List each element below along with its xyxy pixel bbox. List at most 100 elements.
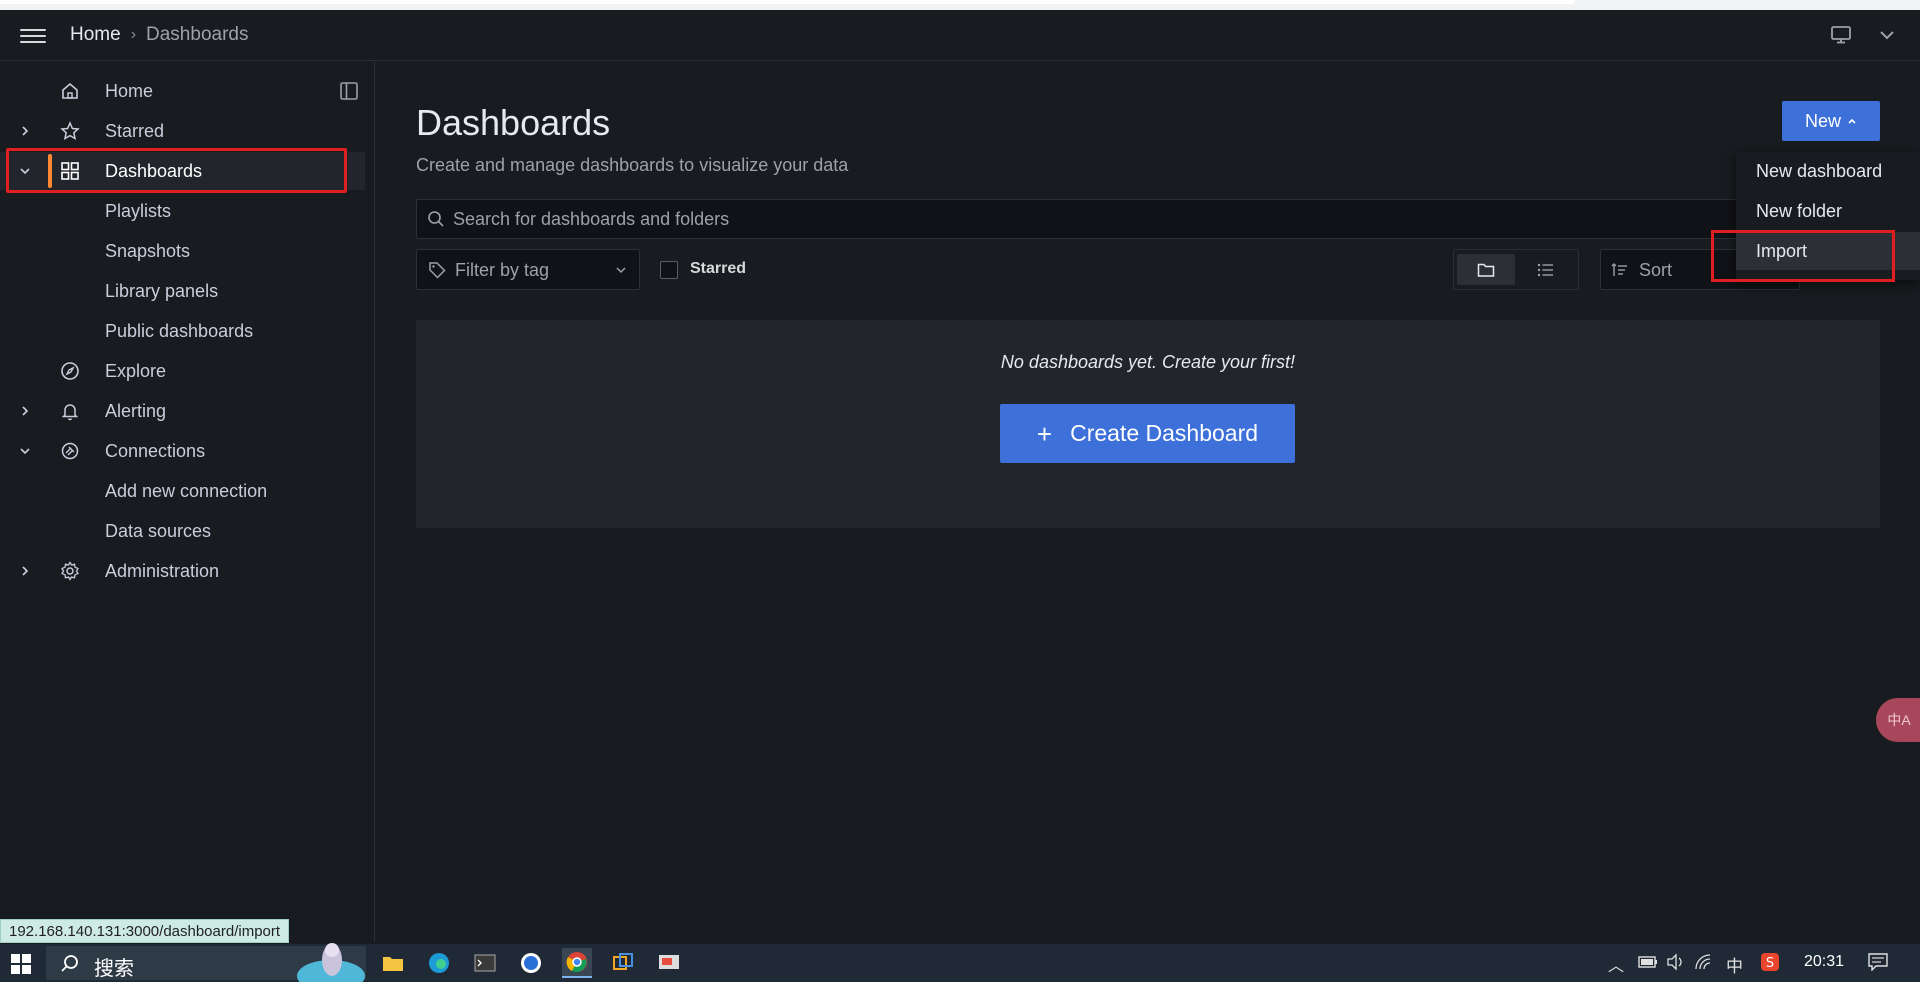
sidebar-item-alerting[interactable]: Alerting [0,392,365,430]
sidebar-item-label: Library panels [105,280,219,301]
plug-icon [61,442,79,460]
breadcrumb: Home › Dashboards [70,24,248,46]
sidebar-item-label: Explore [105,360,167,381]
tray-chevron-up-icon[interactable]: ︿ [1608,952,1624,976]
battery-icon[interactable] [1638,954,1658,970]
tag-icon [429,262,446,279]
breadcrumb-home[interactable]: Home [70,24,121,46]
file-explorer-icon[interactable] [378,948,408,978]
sidebar-item-explore[interactable]: Explore [0,352,365,390]
sidebar-item-administration[interactable]: Administration [0,552,365,590]
sidebar-item-data-sources[interactable]: Data sources [0,512,365,550]
create-dashboard-button[interactable]: + Create Dashboard [1000,404,1295,463]
sort-label: Sort [1639,260,1673,280]
windows-start-icon[interactable] [10,953,32,975]
empty-message: No dashboards yet. Create your first! [1000,352,1296,372]
menu-icon[interactable] [20,26,46,46]
compass-icon [61,362,79,380]
starred-label[interactable]: Starred [690,260,746,278]
tag-filter-select[interactable]: Filter by tag [416,249,640,290]
ime-indicator[interactable]: 中 [1726,952,1743,977]
sidebar-item-add-new-connection[interactable]: Add new connection [0,472,365,510]
chevron-down-icon[interactable] [18,444,32,458]
taskbar-search[interactable]: 搜索 [46,943,366,982]
page-title: Dashboards [416,102,611,143]
translate-icon[interactable]: 中A [1876,698,1920,742]
starred-checkbox[interactable] [660,261,678,279]
sidebar-item-label: Alerting [105,400,167,421]
app-bird-icon[interactable] [516,948,546,978]
chevron-down-icon[interactable] [18,164,32,178]
folder-icon [1477,263,1495,277]
plus-icon: + [1036,418,1053,449]
sidebar-item-label: Starred [105,120,165,141]
chevron-right-icon[interactable] [18,124,32,138]
terminal-icon[interactable] [470,948,500,978]
wifi-icon[interactable] [1694,953,1714,971]
sidebar-item-label: Playlists [105,200,172,221]
top-bar: Home › Dashboards [0,10,1920,61]
chevron-up-icon [1848,118,1856,124]
gear-icon [61,561,79,581]
folder-view-button[interactable] [1457,254,1515,285]
screenshot-tool-icon[interactable] [654,948,684,978]
main-content: Dashboards Create and manage dashboards … [376,62,1920,942]
search-icon [61,955,78,972]
sidebar: Home Starred Dashboards Playlists Snapsh… [0,62,375,942]
status-bar-url: 192.168.140.131:3000/dashboard/import [0,919,290,943]
sidebar-item-public-dashboards[interactable]: Public dashboards [0,312,365,350]
sidebar-item-starred[interactable]: Starred [0,112,365,150]
chrome-browser-icon[interactable] [562,948,592,978]
sidebar-item-label: Add new connection [105,480,268,501]
active-indicator [48,154,52,188]
sidebar-item-label: Public dashboards [105,320,254,341]
vmware-icon[interactable] [608,948,638,978]
home-icon [62,82,78,99]
browser-chrome-strip [0,0,1920,10]
breadcrumb-separator: › [130,26,137,43]
chevron-down-icon [616,267,626,274]
star-icon [60,121,80,140]
sidebar-item-snapshots[interactable]: Snapshots [0,232,365,270]
sidebar-item-connections[interactable]: Connections [0,432,365,470]
sidebar-item-playlists[interactable]: Playlists [0,192,365,230]
page-subtitle: Create and manage dashboards to visualiz… [416,155,849,175]
svg-text:S: S [1766,956,1774,971]
menu-item-new-folder[interactable]: New folder [1736,192,1920,230]
browser-address-area [0,0,1575,4]
chevron-down-icon[interactable] [1878,28,1896,42]
sidebar-item-dashboards[interactable]: Dashboards [0,152,365,190]
list-view-button[interactable] [1517,254,1575,285]
list-icon [1537,263,1553,276]
search-input[interactable] [453,200,1753,238]
sidebar-item-label: Administration [105,560,220,581]
new-button[interactable]: New [1782,101,1880,141]
chevron-right-icon[interactable] [18,564,32,578]
taskbar-clock: 20:31 [1804,953,1845,970]
apps-grid-icon [61,162,79,180]
bell-icon [61,404,79,421]
sogou-ime-icon[interactable]: S [1760,952,1780,972]
sidebar-item-label: Home [105,80,154,101]
empty-state: No dashboards yet. Create your first! + … [416,320,1880,528]
menu-item-import[interactable]: Import [1736,232,1920,270]
tag-filter-placeholder: Filter by tag [455,260,550,280]
edge-browser-icon[interactable] [424,948,454,978]
menu-item-new-dashboard[interactable]: New dashboard [1736,152,1920,190]
kiosk-mode-icon[interactable] [1830,26,1852,44]
volume-icon[interactable] [1666,953,1686,971]
sidebar-item-label: Data sources [105,520,212,541]
notification-icon[interactable] [1868,953,1888,971]
create-dashboard-label: Create Dashboard [1070,420,1259,446]
chevron-right-icon[interactable] [18,404,32,418]
search-box [416,199,1816,239]
breadcrumb-current: Dashboards [146,24,249,45]
sidebar-item-label: Snapshots [105,240,191,261]
view-toggle [1453,249,1579,290]
new-button-label: New [1804,110,1841,131]
taskbar-search-text: 搜索 [94,958,134,980]
sidebar-item-library-panels[interactable]: Library panels [0,272,365,310]
new-menu: New dashboard New folder Import [1736,152,1920,280]
sidebar-item-home[interactable]: Home [0,72,365,110]
sort-icon [1611,263,1627,276]
